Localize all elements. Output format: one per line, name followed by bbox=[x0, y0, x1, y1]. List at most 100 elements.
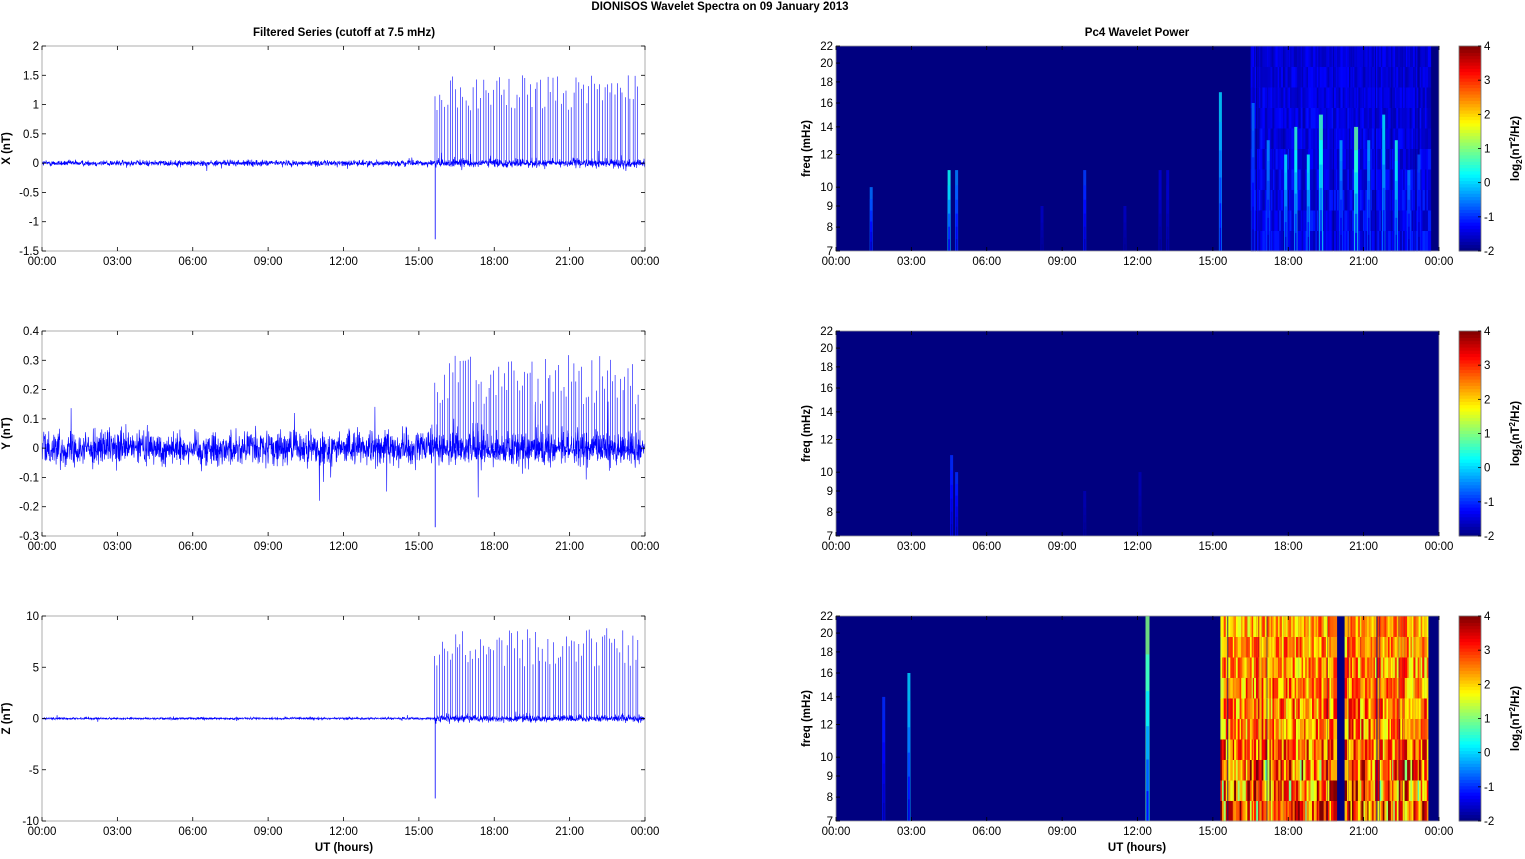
power-column-segment bbox=[1283, 657, 1287, 678]
colorbar-swatch bbox=[1459, 628, 1481, 633]
freq-tick-label: 14 bbox=[820, 407, 833, 419]
power-column-segment bbox=[1327, 739, 1330, 760]
power-column-segment bbox=[1389, 148, 1392, 170]
power-column-segment bbox=[1325, 718, 1328, 740]
power-column-segment bbox=[1333, 677, 1338, 699]
colorbar-swatch bbox=[1459, 379, 1481, 383]
colorbar-swatch bbox=[1459, 138, 1481, 143]
power-column-segment bbox=[1295, 759, 1299, 781]
power-column-segment bbox=[1355, 698, 1358, 719]
spec-xtick-label: 15:00 bbox=[1198, 826, 1227, 838]
power-column-segment bbox=[1327, 66, 1330, 88]
ytick-label: 1 bbox=[33, 100, 39, 112]
power-column-segment bbox=[1270, 169, 1273, 190]
ytick-label: -5 bbox=[29, 765, 39, 777]
power-column-segment bbox=[1275, 800, 1279, 822]
colorbar-swatch bbox=[1459, 616, 1481, 620]
power-column-segment bbox=[1253, 739, 1256, 760]
power-column-segment bbox=[1299, 616, 1302, 637]
colorbar-swatch bbox=[1459, 673, 1481, 678]
power-column-segment bbox=[1295, 739, 1299, 760]
power-column-segment bbox=[1254, 107, 1257, 129]
power-column-segment bbox=[1347, 148, 1350, 170]
power-column-segment bbox=[1254, 46, 1257, 67]
power-column-segment bbox=[1256, 148, 1259, 170]
power-column-segment bbox=[1325, 616, 1328, 637]
freq-tick-label: 22 bbox=[820, 611, 833, 623]
power-column-segment bbox=[1408, 657, 1411, 678]
colorbar-tick-label: 1 bbox=[1484, 144, 1490, 156]
power-column-segment bbox=[1295, 657, 1299, 678]
power-burst bbox=[1307, 236, 1310, 251]
power-column-segment bbox=[1256, 230, 1259, 252]
freq-tick-label: 14 bbox=[820, 692, 833, 704]
power-column-segment bbox=[1373, 87, 1376, 108]
colorbar-swatch bbox=[1459, 475, 1481, 479]
colorbar-swatch bbox=[1459, 158, 1481, 162]
power-column-segment bbox=[1413, 759, 1416, 781]
power-column-segment bbox=[1264, 780, 1267, 801]
colorbar-swatch bbox=[1459, 782, 1481, 787]
freq-tick-label: 8 bbox=[827, 792, 833, 804]
power-column-segment bbox=[1280, 169, 1283, 190]
power-column-segment bbox=[1427, 230, 1432, 252]
ts-xtick-label: 15:00 bbox=[404, 826, 433, 838]
power-column-segment bbox=[1424, 677, 1428, 699]
colorbar-swatch bbox=[1459, 78, 1481, 82]
colorbar-swatch bbox=[1459, 119, 1481, 124]
power-column-segment bbox=[1333, 698, 1338, 719]
power-burst bbox=[948, 239, 950, 251]
power-column-segment bbox=[1422, 800, 1425, 822]
power-column-segment bbox=[1281, 698, 1284, 719]
power-column-segment bbox=[1325, 636, 1328, 658]
power-column-segment bbox=[1413, 800, 1416, 822]
power-column-segment bbox=[1245, 616, 1248, 637]
ts-xtick-label: 18:00 bbox=[480, 826, 509, 838]
spec-xtick-label: 06:00 bbox=[972, 541, 1001, 553]
power-column-segment bbox=[1413, 616, 1416, 637]
power-column-segment bbox=[1300, 66, 1303, 88]
power-column-segment bbox=[1280, 46, 1283, 67]
power-column-segment bbox=[1327, 148, 1330, 170]
freq-tick-label: 16 bbox=[820, 668, 833, 680]
freq-tick-label: 10 bbox=[820, 752, 833, 764]
power-column-segment bbox=[1357, 636, 1360, 658]
right-xlabel: UT (hours) bbox=[1108, 842, 1166, 854]
power-column-segment bbox=[1253, 636, 1256, 658]
ylabel: freq (mHz) bbox=[801, 405, 813, 462]
ts-xtick-label: 18:00 bbox=[480, 256, 509, 268]
power-column-segment bbox=[1306, 780, 1309, 801]
colorbar-label: log2(nT2/Hz) bbox=[1508, 116, 1524, 181]
power-column-segment bbox=[1422, 636, 1425, 658]
freq-tick-label: 12 bbox=[820, 435, 833, 447]
power-column-segment bbox=[1300, 169, 1303, 190]
power-column-segment bbox=[1264, 718, 1267, 740]
power-column-segment bbox=[1418, 636, 1421, 658]
power-column-segment bbox=[1413, 148, 1415, 170]
power-column-segment bbox=[1400, 677, 1403, 699]
colorbar-swatch bbox=[1459, 148, 1481, 153]
power-column-segment bbox=[1310, 739, 1313, 760]
power-column-segment bbox=[1245, 657, 1248, 678]
colorbar-swatch bbox=[1459, 699, 1481, 703]
colorbar-swatch bbox=[1459, 449, 1481, 454]
spec-xtick-label: 15:00 bbox=[1198, 541, 1227, 553]
power-column-segment bbox=[1347, 698, 1349, 719]
power-column-segment bbox=[1253, 759, 1256, 781]
ytick-label: 0.4 bbox=[23, 326, 40, 338]
power-column-segment bbox=[1355, 636, 1358, 658]
colorbar-swatch bbox=[1459, 334, 1481, 338]
power-column-segment bbox=[1310, 698, 1313, 719]
power-burst bbox=[1252, 229, 1254, 251]
power-column-segment bbox=[1389, 189, 1392, 211]
colorbar-swatch bbox=[1459, 708, 1481, 713]
power-column-segment bbox=[1331, 210, 1334, 231]
power-column-segment bbox=[1321, 677, 1324, 699]
power-column-segment bbox=[1321, 698, 1324, 719]
power-column-segment bbox=[1244, 616, 1246, 637]
ts-xtick-label: 12:00 bbox=[329, 826, 358, 838]
colorbar-swatch bbox=[1459, 90, 1481, 95]
power-column-segment bbox=[1355, 759, 1358, 781]
ylabel: Z (nT) bbox=[1, 702, 13, 734]
power-column-segment bbox=[1244, 800, 1246, 822]
